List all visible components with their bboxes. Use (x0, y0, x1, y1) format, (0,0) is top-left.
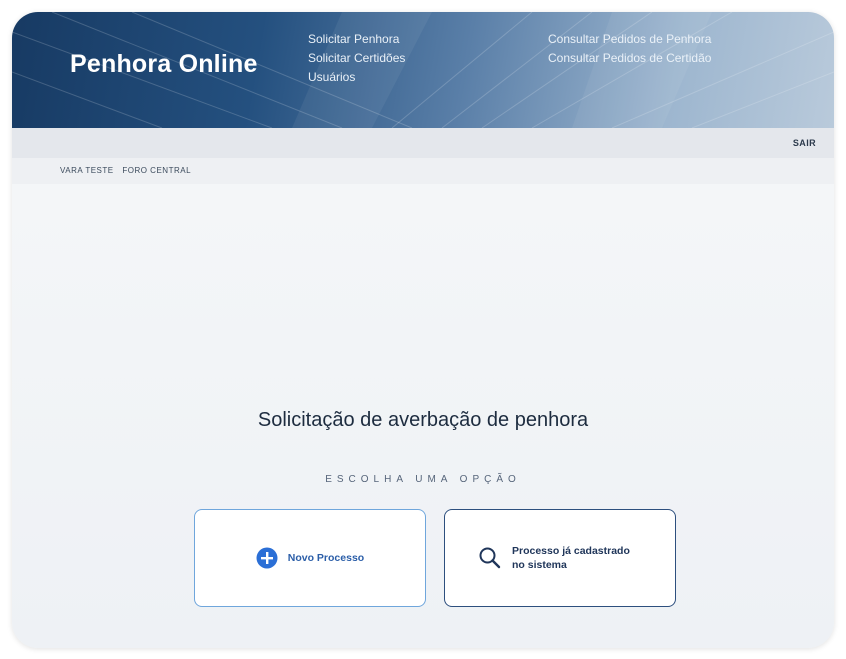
new-process-button[interactable]: Novo Processo (194, 509, 426, 607)
brand-title[interactable]: Penhora Online (70, 50, 258, 79)
nav-solicitar-certidoes[interactable]: Solicitar Certidões (308, 49, 405, 68)
breadcrumb: VARA TESTE FORO CENTRAL (60, 166, 197, 175)
page-title: Solicitação de averbação de penhora (257, 409, 589, 431)
page-subtitle: ESCOLHA UMA OPÇÃO (325, 474, 521, 485)
app-window: Penhora Online Solicitar Penhora Solicit… (12, 12, 834, 648)
existing-process-label: Processo já cadastrado no sistema (512, 545, 630, 571)
existing-process-button[interactable]: Processo já cadastrado no sistema (444, 509, 676, 607)
nav-solicitar-penhora[interactable]: Solicitar Penhora (308, 30, 405, 49)
breadcrumb-bar: VARA TESTE FORO CENTRAL (12, 158, 834, 184)
nav-group-requests: Solicitar Penhora Solicitar Certidões Us… (308, 30, 405, 87)
nav-group-queries: Consultar Pedidos de Penhora Consultar P… (548, 30, 711, 68)
new-process-label: Novo Processo (287, 552, 365, 564)
nav-consultar-certidao[interactable]: Consultar Pedidos de Certidão (548, 49, 711, 68)
nav-consultar-penhora[interactable]: Consultar Pedidos de Penhora (548, 30, 711, 49)
plus-circle-icon (256, 547, 278, 569)
nav-usuarios[interactable]: Usuários (308, 68, 405, 87)
main-content: Solicitação de averbação de penhora ESCO… (12, 184, 834, 648)
logout-link[interactable]: SAIR (793, 138, 816, 148)
breadcrumb-forum: FORO CENTRAL (122, 166, 192, 175)
user-bar: SAIR (12, 128, 834, 158)
search-icon (478, 546, 502, 570)
header: Penhora Online Solicitar Penhora Solicit… (12, 12, 834, 128)
breadcrumb-court: VARA TESTE (60, 166, 114, 175)
